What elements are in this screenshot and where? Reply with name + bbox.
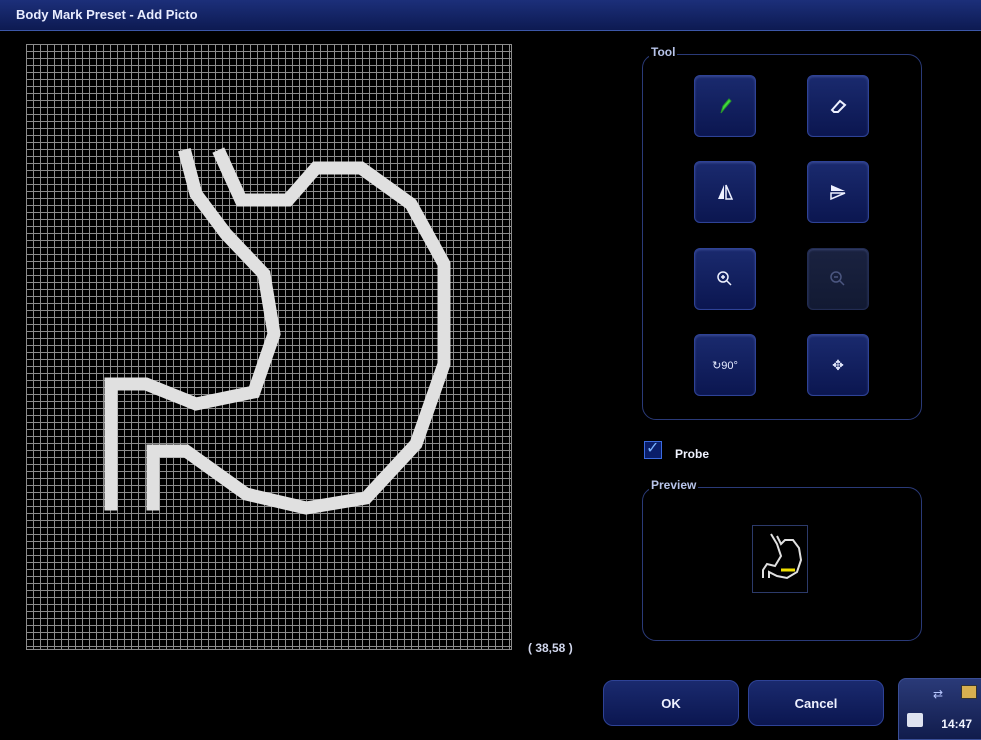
zoom-in-icon [717,271,732,286]
preview-thumbnail [752,525,808,593]
check-icon: ✓ [646,440,660,457]
usb-icon: ⇄ [933,687,944,701]
clock-time: 14:47 [941,717,972,731]
flip-vertical-button[interactable] [807,161,869,223]
system-tray: ⇄ 14:47 [898,678,981,740]
preview-group-title: Preview [649,478,699,492]
flip-vertical-icon [830,185,846,201]
stomach-preview-icon [762,533,803,580]
printer-icon [907,713,923,727]
stomach-pictogram [104,147,451,515]
tool-group-title: Tool [649,45,678,59]
window-title: Body Mark Preset - Add Picto [16,7,198,22]
pixel-editor-canvas[interactable] [26,44,512,650]
move-icon: ✥ [832,356,844,373]
pencil-icon [720,98,732,114]
rotate-90-label: 90° [721,359,738,372]
eraser-button[interactable] [807,75,869,137]
zoom-out-icon [830,271,845,286]
cancel-button[interactable]: Cancel [748,680,884,726]
rotate-90-icon: ↻90° [712,359,738,372]
probe-label: Probe [675,447,710,461]
probe-checkbox[interactable]: ✓ [644,440,662,459]
flip-horizontal-button[interactable] [694,161,756,223]
tool-group: Tool [642,45,922,420]
move-button[interactable]: ✥ [807,334,869,396]
pencil-button[interactable] [694,75,756,137]
cursor-coordinates: ( 38,58 ) [528,641,573,655]
eraser-icon [830,99,847,113]
rotate-90-button[interactable]: ↻90° [694,334,756,396]
zoom-in-button[interactable] [694,248,756,310]
network-icon [961,685,977,699]
flip-horizontal-icon [718,184,734,200]
ok-button[interactable]: OK [603,680,739,726]
zoom-out-button[interactable] [807,248,869,310]
title-bar: Body Mark Preset - Add Picto [0,0,981,31]
